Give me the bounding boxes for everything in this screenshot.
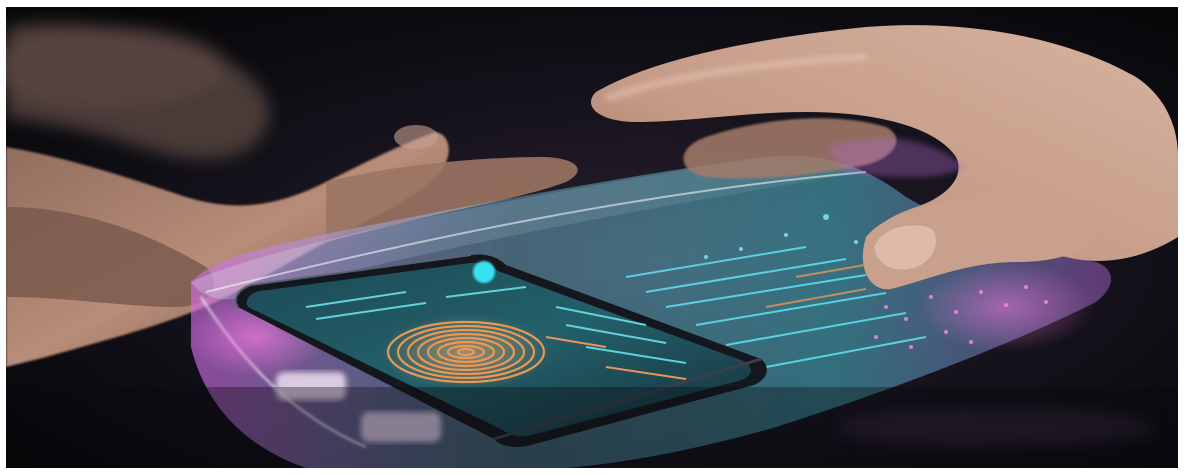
- page-frame: [0, 0, 1186, 474]
- table-reflection: [836, 407, 1156, 447]
- photo-illustration: [6, 7, 1178, 468]
- photo: [6, 7, 1178, 468]
- fingerprint-icon: [381, 314, 551, 390]
